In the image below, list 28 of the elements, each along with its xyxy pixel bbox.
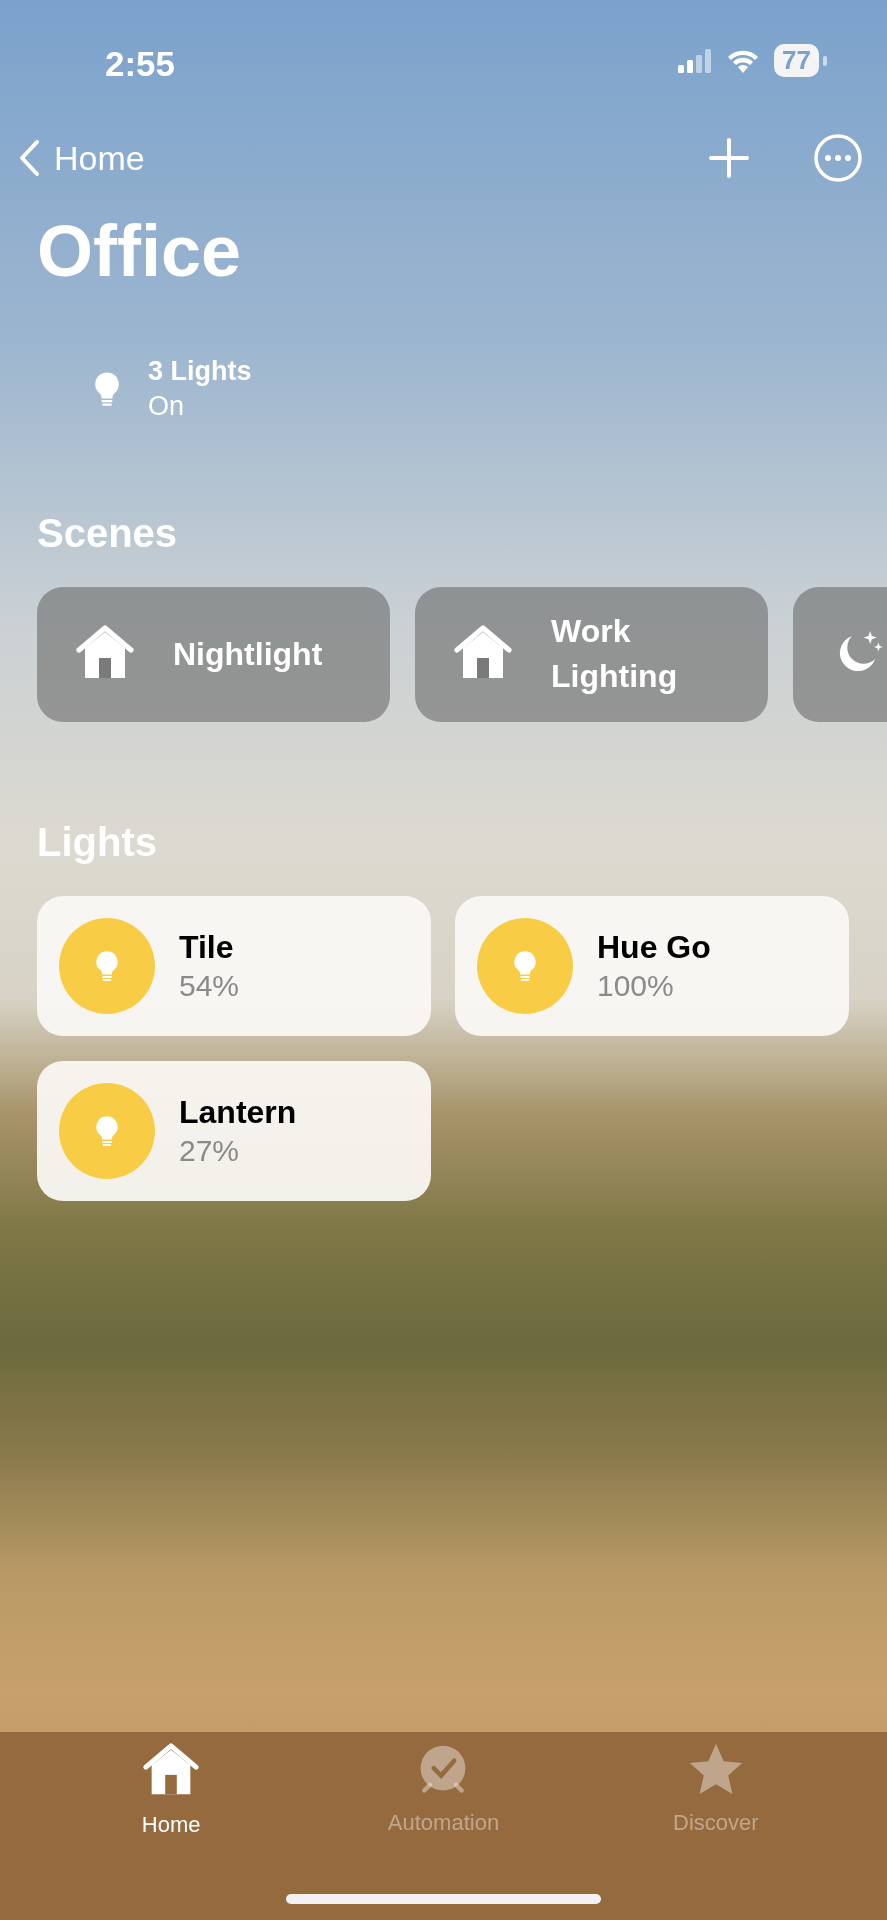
- plus-icon: [709, 138, 749, 178]
- battery-tip-icon: [823, 55, 827, 66]
- back-button[interactable]: Home: [18, 132, 145, 184]
- status-time: 2:55: [105, 43, 176, 85]
- light-brightness: 54%: [179, 967, 240, 1004]
- tab-item[interactable]: Automation: [343, 1742, 544, 1852]
- light-brightness: 100%: [597, 967, 675, 1004]
- tab-item[interactable]: Discover: [615, 1742, 816, 1852]
- chevron-left-icon: [18, 139, 40, 177]
- light-name: Lantern: [179, 1092, 297, 1132]
- scene-tile[interactable]: Nightlight: [37, 586, 390, 722]
- light-tile[interactable]: Hue Go 100%: [455, 895, 849, 1036]
- light-tile[interactable]: Lantern 27%: [37, 1060, 431, 1201]
- scene-tile[interactable]: Work Lighting: [415, 586, 768, 722]
- room-title: Office: [37, 210, 243, 293]
- light-name: Hue Go: [597, 927, 711, 967]
- ellipsis-circle-icon: [813, 133, 863, 183]
- signal-icon: [678, 48, 713, 73]
- light-brightness: 27%: [179, 1132, 241, 1169]
- light-name: Tile: [179, 927, 235, 967]
- light-tile[interactable]: Tile 54%: [37, 895, 431, 1036]
- lights-summary-title: 3 Lights: [148, 355, 252, 389]
- more-button[interactable]: [813, 133, 863, 183]
- section-heading: Scenes: [37, 509, 179, 557]
- add-button[interactable]: [709, 138, 749, 178]
- tab-item[interactable]: Home: [71, 1742, 272, 1852]
- battery-level: 77: [774, 44, 819, 78]
- lights-summary-status: On: [148, 390, 186, 424]
